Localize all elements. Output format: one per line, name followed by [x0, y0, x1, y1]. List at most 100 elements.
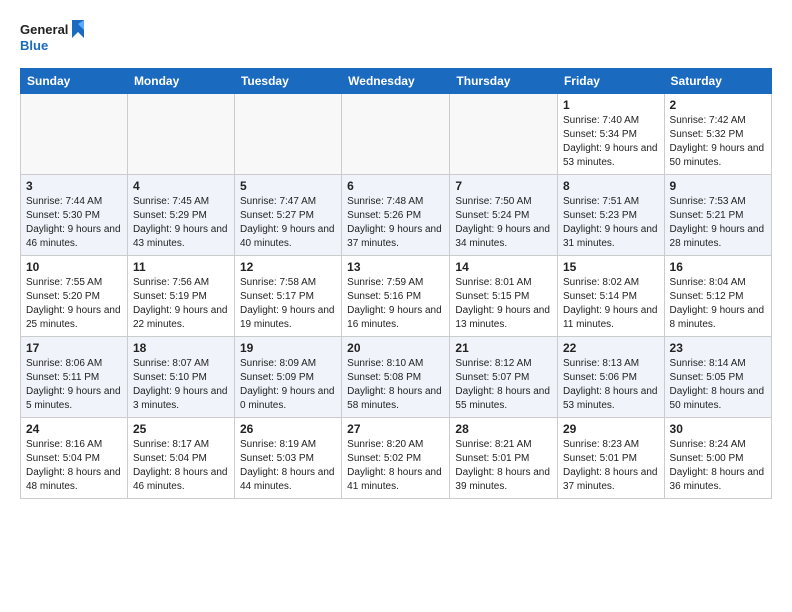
day-info: Sunrise: 7:40 AMSunset: 5:34 PMDaylight:… [563, 114, 659, 170]
day-number: 20 [347, 341, 444, 355]
calendar-cell: 12 Sunrise: 7:58 AMSunset: 5:17 PMDayligh… [234, 256, 341, 337]
day-info: Sunrise: 7:51 AMSunset: 5:23 PMDaylight:… [563, 195, 659, 251]
day-number: 27 [347, 422, 444, 436]
day-info: Sunrise: 7:58 AMSunset: 5:17 PMDaylight:… [240, 276, 336, 332]
calendar-cell: 25Sunrise: 8:17 AMSunset: 5:04 PMDayligh… [127, 418, 234, 499]
day-number: 22 [563, 341, 659, 355]
day-info: Sunrise: 8:19 AMSunset: 5:03 PMDaylight:… [240, 438, 336, 494]
calendar-cell: 3 Sunrise: 7:44 AMSunset: 5:30 PMDaylight… [21, 175, 128, 256]
calendar-cell: 11 Sunrise: 7:56 AMSunset: 5:19 PMDayligh… [127, 256, 234, 337]
day-number: 10 [26, 260, 122, 274]
calendar-cell: 22Sunrise: 8:13 AMSunset: 5:06 PMDayligh… [557, 337, 664, 418]
calendar-cell: 4 Sunrise: 7:45 AMSunset: 5:29 PMDaylight… [127, 175, 234, 256]
week-row-3: 10 Sunrise: 7:55 AMSunset: 5:20 PMDayligh… [21, 256, 772, 337]
week-row-5: 24 Sunrise: 8:16 AMSunset: 5:04 PMDayligh… [21, 418, 772, 499]
day-info: Sunrise: 8:24 AMSunset: 5:00 PMDaylight:… [670, 438, 766, 494]
day-info: Sunrise: 8:06 AMSunset: 5:11 PMDaylight:… [26, 357, 122, 413]
day-info: Sunrise: 7:45 AMSunset: 5:29 PMDaylight:… [133, 195, 229, 251]
calendar-cell: 5 Sunrise: 7:47 AMSunset: 5:27 PMDaylight… [234, 175, 341, 256]
day-info: Sunrise: 7:55 AMSunset: 5:20 PMDaylight:… [26, 276, 122, 332]
day-number: 25 [133, 422, 229, 436]
day-info: Sunrise: 8:04 AMSunset: 5:12 PMDaylight:… [670, 276, 766, 332]
svg-text:General: General [20, 22, 68, 37]
calendar-cell: 8 Sunrise: 7:51 AMSunset: 5:23 PMDaylight… [557, 175, 664, 256]
weekday-header-tuesday: Tuesday [234, 69, 341, 94]
calendar-cell [450, 94, 558, 175]
day-number: 24 [26, 422, 122, 436]
day-number: 14 [455, 260, 552, 274]
day-info: Sunrise: 7:44 AMSunset: 5:30 PMDaylight:… [26, 195, 122, 251]
day-number: 7 [455, 179, 552, 193]
day-info: Sunrise: 7:48 AMSunset: 5:26 PMDaylight:… [347, 195, 444, 251]
calendar-cell: 2Sunrise: 7:42 AMSunset: 5:32 PMDaylight… [664, 94, 771, 175]
week-row-1: 1 Sunrise: 7:40 AMSunset: 5:34 PMDaylight… [21, 94, 772, 175]
day-number: 18 [133, 341, 229, 355]
header: General Blue [0, 0, 792, 68]
day-number: 23 [670, 341, 766, 355]
day-info: Sunrise: 7:59 AMSunset: 5:16 PMDaylight:… [347, 276, 444, 332]
day-number: 8 [563, 179, 659, 193]
day-info: Sunrise: 7:56 AMSunset: 5:19 PMDaylight:… [133, 276, 229, 332]
calendar-cell: 30 Sunrise: 8:24 AMSunset: 5:00 PMDayligh… [664, 418, 771, 499]
day-info: Sunrise: 8:10 AMSunset: 5:08 PMDaylight:… [347, 357, 444, 413]
day-number: 4 [133, 179, 229, 193]
day-info: Sunrise: 8:14 AMSunset: 5:05 PMDaylight:… [670, 357, 766, 413]
calendar-table: SundayMondayTuesdayWednesdayThursdayFrid… [20, 68, 772, 499]
day-number: 6 [347, 179, 444, 193]
weekday-header-saturday: Saturday [664, 69, 771, 94]
calendar-cell: 16 Sunrise: 8:04 AMSunset: 5:12 PMDayligh… [664, 256, 771, 337]
calendar-cell: 18 Sunrise: 8:07 AMSunset: 5:10 PMDayligh… [127, 337, 234, 418]
day-number: 30 [670, 422, 766, 436]
day-number: 19 [240, 341, 336, 355]
calendar-cell: 6 Sunrise: 7:48 AMSunset: 5:26 PMDaylight… [342, 175, 450, 256]
day-number: 5 [240, 179, 336, 193]
calendar-cell: 17 Sunrise: 8:06 AMSunset: 5:11 PMDayligh… [21, 337, 128, 418]
day-info: Sunrise: 8:02 AMSunset: 5:14 PMDaylight:… [563, 276, 659, 332]
day-number: 13 [347, 260, 444, 274]
day-info: Sunrise: 8:16 AMSunset: 5:04 PMDaylight:… [26, 438, 122, 494]
day-number: 9 [670, 179, 766, 193]
day-info: Sunrise: 7:42 AMSunset: 5:32 PMDaylight:… [670, 114, 766, 170]
day-info: Sunrise: 7:53 AMSunset: 5:21 PMDaylight:… [670, 195, 766, 251]
calendar-cell [342, 94, 450, 175]
day-number: 11 [133, 260, 229, 274]
generalblue-logo: General Blue [20, 18, 90, 58]
calendar-container: SundayMondayTuesdayWednesdayThursdayFrid… [0, 68, 792, 499]
day-info: Sunrise: 8:20 AMSunset: 5:02 PMDaylight:… [347, 438, 444, 494]
day-number: 26 [240, 422, 336, 436]
day-number: 28 [455, 422, 552, 436]
day-number: 1 [563, 98, 659, 112]
day-number: 29 [563, 422, 659, 436]
day-info: Sunrise: 7:50 AMSunset: 5:24 PMDaylight:… [455, 195, 552, 251]
day-number: 17 [26, 341, 122, 355]
calendar-cell: 20 Sunrise: 8:10 AMSunset: 5:08 PMDayligh… [342, 337, 450, 418]
weekday-header-monday: Monday [127, 69, 234, 94]
calendar-cell: 28Sunrise: 8:21 AMSunset: 5:01 PMDayligh… [450, 418, 558, 499]
calendar-cell: 21Sunrise: 8:12 AMSunset: 5:07 PMDayligh… [450, 337, 558, 418]
calendar-cell [234, 94, 341, 175]
calendar-cell: 15Sunrise: 8:02 AMSunset: 5:14 PMDayligh… [557, 256, 664, 337]
calendar-cell: 26 Sunrise: 8:19 AMSunset: 5:03 PMDayligh… [234, 418, 341, 499]
weekday-header-row: SundayMondayTuesdayWednesdayThursdayFrid… [21, 69, 772, 94]
calendar-cell [127, 94, 234, 175]
day-number: 3 [26, 179, 122, 193]
svg-text:Blue: Blue [20, 38, 48, 53]
day-info: Sunrise: 8:23 AMSunset: 5:01 PMDaylight:… [563, 438, 659, 494]
calendar-cell: 13 Sunrise: 7:59 AMSunset: 5:16 PMDayligh… [342, 256, 450, 337]
day-info: Sunrise: 8:09 AMSunset: 5:09 PMDaylight:… [240, 357, 336, 413]
day-number: 12 [240, 260, 336, 274]
weekday-header-friday: Friday [557, 69, 664, 94]
day-number: 16 [670, 260, 766, 274]
calendar-cell [21, 94, 128, 175]
calendar-cell: 9 Sunrise: 7:53 AMSunset: 5:21 PMDaylight… [664, 175, 771, 256]
day-info: Sunrise: 8:12 AMSunset: 5:07 PMDaylight:… [455, 357, 552, 413]
week-row-4: 17 Sunrise: 8:06 AMSunset: 5:11 PMDayligh… [21, 337, 772, 418]
week-row-2: 3 Sunrise: 7:44 AMSunset: 5:30 PMDaylight… [21, 175, 772, 256]
day-info: Sunrise: 7:47 AMSunset: 5:27 PMDaylight:… [240, 195, 336, 251]
calendar-cell: 14Sunrise: 8:01 AMSunset: 5:15 PMDayligh… [450, 256, 558, 337]
calendar-cell: 1 Sunrise: 7:40 AMSunset: 5:34 PMDaylight… [557, 94, 664, 175]
calendar-cell: 23 Sunrise: 8:14 AMSunset: 5:05 PMDayligh… [664, 337, 771, 418]
calendar-cell: 7 Sunrise: 7:50 AMSunset: 5:24 PMDaylight… [450, 175, 558, 256]
day-info: Sunrise: 8:07 AMSunset: 5:10 PMDaylight:… [133, 357, 229, 413]
weekday-header-thursday: Thursday [450, 69, 558, 94]
